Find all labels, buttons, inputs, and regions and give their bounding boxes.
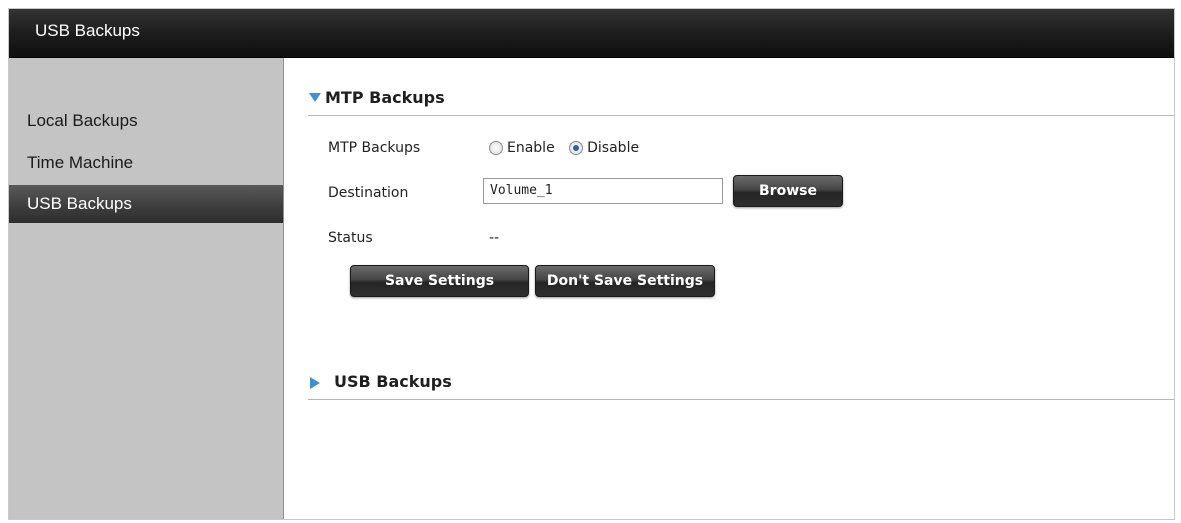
mtp-backups-radio-group: Enable Disable (489, 140, 649, 156)
enable-radio[interactable] (489, 141, 503, 155)
title-bar: USB Backups (9, 9, 1174, 58)
mtp-section-header[interactable]: MTP Backups (308, 85, 1174, 116)
disable-radio-label: Disable (587, 140, 640, 156)
usb-section-header[interactable]: USB Backups (308, 369, 1174, 400)
app-window: USB Backups Local Backups Time Machine U… (8, 8, 1175, 520)
usb-section-title: USB Backups (334, 372, 452, 391)
main-content: MTP Backups MTP Backups Enable Disable D… (284, 58, 1174, 519)
triangle-right-icon (310, 377, 320, 389)
sidebar: Local Backups Time Machine USB Backups (9, 58, 284, 519)
destination-label: Destination (328, 185, 409, 201)
mtp-section-title: MTP Backups (325, 88, 445, 107)
sidebar-item-local-backups[interactable]: Local Backups (9, 102, 283, 140)
enable-radio-label: Enable (507, 140, 555, 156)
status-label: Status (328, 230, 373, 246)
dont-save-settings-button[interactable]: Don't Save Settings (535, 265, 715, 297)
destination-field[interactable]: Volume_1 (483, 178, 723, 204)
page-title: USB Backups (35, 21, 140, 40)
disable-radio[interactable] (569, 141, 584, 155)
sidebar-item-usb-backups[interactable]: USB Backups (9, 185, 283, 223)
save-settings-button[interactable]: Save Settings (350, 265, 529, 297)
status-value: -- (489, 230, 500, 246)
triangle-down-icon (309, 93, 321, 102)
mtp-backups-label: MTP Backups (328, 140, 421, 156)
browse-button[interactable]: Browse (733, 175, 843, 207)
sidebar-item-time-machine[interactable]: Time Machine (9, 144, 283, 182)
